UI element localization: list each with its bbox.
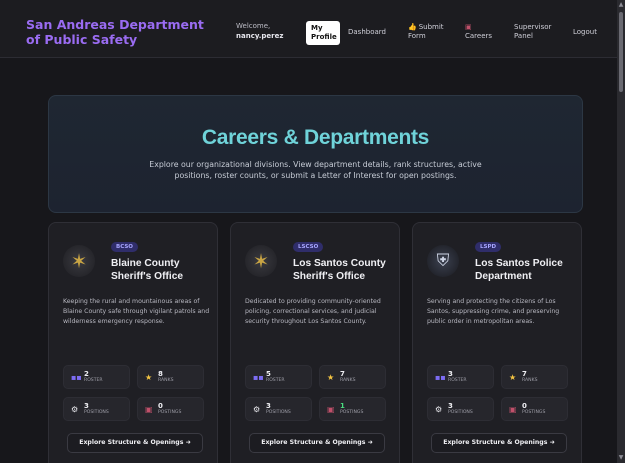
gear-icon: ⚙ xyxy=(253,405,261,414)
careers-hero: Careers & Departments Explore our organi… xyxy=(48,95,583,213)
stat-ranks: ★ 7 RANKS xyxy=(319,365,386,389)
thumbs-up-icon: 👍 xyxy=(408,23,417,31)
department-description: Dedicated to providing community-oriente… xyxy=(245,298,381,325)
stat-value: 0 xyxy=(158,402,163,410)
users-icon: ▪▪ xyxy=(435,373,446,382)
stat-postings: ▣ 1 POSTINGS xyxy=(319,397,386,421)
department-card-lspd: ⛨ LSPD Los Santos Police Department Serv… xyxy=(412,222,582,463)
explore-structure-button[interactable]: Explore Structure & Openings ➜ xyxy=(67,433,203,453)
brand-title[interactable]: San Andreas Department of Public Safety xyxy=(26,17,206,47)
briefcase-icon: ▣ xyxy=(145,405,153,414)
sheriff-star-icon: ✶ xyxy=(245,245,277,277)
stat-label: RANKS xyxy=(522,378,538,383)
department-name: Blaine County Sheriff's Office xyxy=(111,258,184,282)
department-abbr-badge: BCSO xyxy=(111,242,138,252)
department-abbr-badge: LSPD xyxy=(475,242,502,252)
department-card-bcso: ✶ BCSO Blaine County Sheriff's Office Ke… xyxy=(48,222,218,463)
stat-postings: ▣ 0 POSTINGS xyxy=(137,397,204,421)
department-name: Los Santos County Sheriff's Office xyxy=(293,258,386,282)
stat-value: 2 xyxy=(84,370,89,378)
department-abbr-badge: LSCSO xyxy=(293,242,324,252)
nav-my-profile[interactable]: My Profile xyxy=(306,21,340,45)
username: nancy.perez xyxy=(236,32,284,40)
scroll-down-icon[interactable]: ▼ xyxy=(618,454,624,462)
stat-label: POSTINGS xyxy=(340,410,364,415)
stat-label: ROSTER xyxy=(84,378,103,383)
stat-label: POSITIONS xyxy=(266,410,291,415)
stat-postings: ▣ 0 POSTINGS xyxy=(501,397,568,421)
stat-label: RANKS xyxy=(158,378,174,383)
stat-roster: ▪▪ 2 ROSTER xyxy=(63,365,130,389)
department-name: Los Santos Police Department xyxy=(475,258,563,282)
briefcase-icon: ▣ xyxy=(465,23,472,31)
star-icon: ★ xyxy=(509,373,517,382)
sheriff-star-icon: ✶ xyxy=(63,245,95,277)
police-shield-icon: ⛨ xyxy=(427,245,459,277)
stat-positions: ⚙ 3 POSITIONS xyxy=(427,397,494,421)
stat-ranks: ★ 7 RANKS xyxy=(501,365,568,389)
nav-dashboard[interactable]: Dashboard xyxy=(348,28,386,37)
stat-value: 7 xyxy=(522,370,527,378)
stat-value: 0 xyxy=(522,402,527,410)
nav-logout[interactable]: Logout xyxy=(573,28,597,37)
stat-label: RANKS xyxy=(340,378,356,383)
gear-icon: ⚙ xyxy=(71,405,79,414)
page-scrollbar[interactable]: ▲ ▼ xyxy=(617,0,625,463)
gear-icon: ⚙ xyxy=(435,405,443,414)
welcome-label: Welcome, xyxy=(236,22,271,30)
star-icon: ★ xyxy=(327,373,335,382)
stat-roster: ▪▪ 3 ROSTER xyxy=(427,365,494,389)
stat-positions: ⚙ 3 POSITIONS xyxy=(63,397,130,421)
welcome-block: Welcome, nancy.perez xyxy=(236,21,283,41)
briefcase-icon: ▣ xyxy=(509,405,517,414)
stat-value: 3 xyxy=(448,402,453,410)
stat-value: 1 xyxy=(340,402,345,410)
explore-structure-button[interactable]: Explore Structure & Openings ➜ xyxy=(431,433,567,453)
briefcase-icon: ▣ xyxy=(327,405,335,414)
stat-value: 3 xyxy=(84,402,89,410)
stat-positions: ⚙ 3 POSITIONS xyxy=(245,397,312,421)
stat-label: POSTINGS xyxy=(158,410,182,415)
page-title: Careers & Departments xyxy=(201,126,430,149)
nav-careers-label: Careers xyxy=(465,32,493,40)
stat-label: POSITIONS xyxy=(448,410,473,415)
page-subtitle: Explore our organizational divisions. Vi… xyxy=(149,160,482,180)
top-navbar: San Andreas Department of Public Safety … xyxy=(0,0,617,58)
stat-label: POSITIONS xyxy=(84,410,109,415)
stat-label: ROSTER xyxy=(266,378,285,383)
explore-structure-button[interactable]: Explore Structure & Openings ➜ xyxy=(249,433,385,453)
stat-ranks: ★ 8 RANKS xyxy=(137,365,204,389)
star-icon: ★ xyxy=(145,373,153,382)
stat-roster: ▪▪ 5 ROSTER xyxy=(245,365,312,389)
department-description: Keeping the rural and mountainous areas … xyxy=(63,298,210,325)
stat-value: 7 xyxy=(340,370,345,378)
department-card-lscso: ✶ LSCSO Los Santos County Sheriff's Offi… xyxy=(230,222,400,463)
stat-label: POSTINGS xyxy=(522,410,546,415)
users-icon: ▪▪ xyxy=(71,373,82,382)
nav-supervisor-panel[interactable]: Supervisor Panel xyxy=(514,23,551,41)
nav-careers[interactable]: ▣ Careers xyxy=(465,23,493,41)
nav-submit-form[interactable]: 👍 Submit Form xyxy=(408,23,446,41)
scroll-up-icon[interactable]: ▲ xyxy=(618,1,624,9)
stat-value: 3 xyxy=(266,402,271,410)
users-icon: ▪▪ xyxy=(253,373,264,382)
stat-value: 3 xyxy=(448,370,453,378)
department-description: Serving and protecting the citizens of L… xyxy=(427,298,560,325)
stat-label: ROSTER xyxy=(448,378,467,383)
stat-value: 8 xyxy=(158,370,163,378)
stat-value: 5 xyxy=(266,370,271,378)
scrollbar-thumb[interactable] xyxy=(619,12,623,92)
